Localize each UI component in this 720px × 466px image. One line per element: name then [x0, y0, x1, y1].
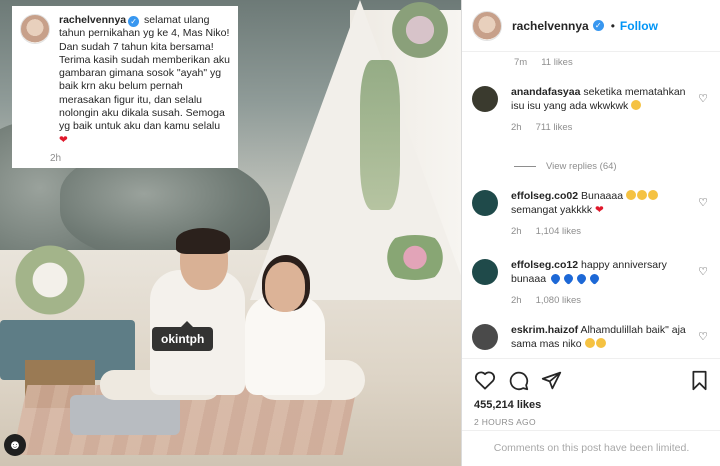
user-tag-label[interactable]: okintph [152, 321, 214, 351]
comment-like-heart-icon[interactable]: ♡ [698, 330, 708, 343]
comment-avatar[interactable] [472, 324, 498, 350]
smile-emoji-icon [637, 190, 647, 200]
comment-icon[interactable] [508, 370, 529, 391]
post-timestamp: 2 HOURS AGO [474, 417, 536, 427]
caption-card: rachelvennya ✓ selamat ulang tahun pernik… [12, 6, 238, 168]
caption-meta-time: 7m [514, 57, 528, 68]
comments-limited-notice: Comments on this post have been limited. [462, 430, 720, 466]
flower-garland [385, 0, 455, 60]
comment-like-heart-icon[interactable]: ♡ [698, 196, 708, 209]
vine-decoration [360, 60, 400, 210]
blue-heart-emoji-icon [575, 271, 588, 285]
follow-button[interactable]: Follow [620, 19, 658, 33]
comment-meta: 2h 1,104 likes [511, 225, 686, 239]
floor-cushion [70, 395, 180, 435]
red-heart-emoji-icon: ❤ [59, 133, 68, 146]
caption-username[interactable]: rachelvennya [59, 14, 126, 26]
caption-time: 2h [50, 152, 62, 164]
heart-eyes-emoji-icon [584, 337, 595, 348]
comment-avatar[interactable] [472, 86, 498, 112]
caption-meta: 7m 11 likes [514, 57, 573, 68]
heart-icon[interactable] [474, 370, 496, 390]
flower-bouquet-left [5, 245, 95, 315]
comment-username[interactable]: anandafasyaa [511, 86, 580, 98]
red-heart-emoji-icon: ❤ [595, 203, 604, 216]
post-header: rachelvennya ✓ • Follow [462, 0, 720, 52]
comment-avatar[interactable] [472, 259, 498, 285]
bookmark-icon[interactable] [690, 370, 709, 391]
comment-meta: 2h 711 likes [511, 121, 686, 135]
comment-time: 2h [511, 295, 522, 306]
user-tag-icon[interactable]: ☻ [4, 434, 26, 456]
blue-heart-emoji-icon [549, 271, 562, 285]
laughing-emoji-icon [631, 99, 642, 110]
blue-heart-emoji-icon [562, 271, 575, 285]
blue-heart-emoji-icon [588, 271, 601, 285]
comment-item: anandafasyaa seketika mematahkan isu isu… [472, 86, 712, 135]
comment-item: effolseg.co02 Bunaaaa semangat yakkkk ❤ … [472, 190, 712, 239]
header-avatar[interactable] [472, 10, 502, 41]
comment-username[interactable]: effolseg.co02 [511, 190, 578, 202]
view-replies-label: View replies (64) [546, 161, 617, 172]
woman-face [265, 262, 305, 312]
comment-likes[interactable]: 1,080 likes [536, 294, 581, 308]
verified-icon: ✓ [592, 20, 604, 31]
action-icons-row [474, 367, 709, 393]
comment-text: Bunaaaa [581, 190, 624, 202]
comment-time: 2h [511, 122, 522, 133]
man-hair [176, 228, 230, 254]
like-count[interactable]: 455,214 likes [474, 399, 709, 411]
comment-username[interactable]: effolseg.co12 [511, 259, 578, 271]
heart-eyes-emoji-icon [595, 337, 606, 348]
caption-avatar[interactable] [20, 14, 50, 44]
header-username[interactable]: rachelvennya [512, 19, 589, 33]
replies-line-divider [514, 166, 536, 167]
caption-text: selamat ulang tahun pernikahan yg ke 4, … [59, 14, 230, 133]
comment-like-heart-icon[interactable]: ♡ [698, 265, 708, 278]
comment-text-line2: semangat yakkkk [511, 203, 593, 216]
comment-avatar[interactable] [472, 190, 498, 216]
header-separator: • [610, 18, 615, 33]
verified-icon: ✓ [128, 16, 140, 27]
comment-item: effolseg.co12 happy anniversary bunaaa 2… [472, 259, 712, 308]
post-sidebar: rachelvennya ✓ • Follow 7m 11 likes anan… [461, 0, 720, 466]
comment-time: 2h [511, 226, 522, 237]
comment-meta: 2h 1,080 likes [511, 294, 686, 308]
caption-text-block: rachelvennya ✓ selamat ulang tahun pernik… [59, 14, 230, 147]
smile-emoji-icon [626, 190, 636, 200]
post-photo[interactable]: okintph ☻ rachelvennya ✓ selamat ulang ta… [0, 0, 461, 466]
comment-likes[interactable]: 1,104 likes [536, 225, 581, 239]
comment-item: eskrim.haizof Alhamdulillah baik" aja sa… [472, 324, 712, 351]
view-replies-link[interactable]: View replies (64) [514, 161, 617, 172]
post-actions: 455,214 likes 2 HOURS AGO [462, 358, 720, 427]
share-icon[interactable] [541, 370, 562, 391]
comment-likes[interactable]: 711 likes [536, 121, 573, 135]
comment-like-heart-icon[interactable]: ♡ [698, 92, 708, 105]
caption-meta-likes[interactable]: 11 likes [541, 57, 573, 68]
flower-bouquet-right [375, 235, 455, 280]
smile-emoji-icon [648, 190, 658, 200]
comment-username[interactable]: eskrim.haizof [511, 324, 578, 336]
